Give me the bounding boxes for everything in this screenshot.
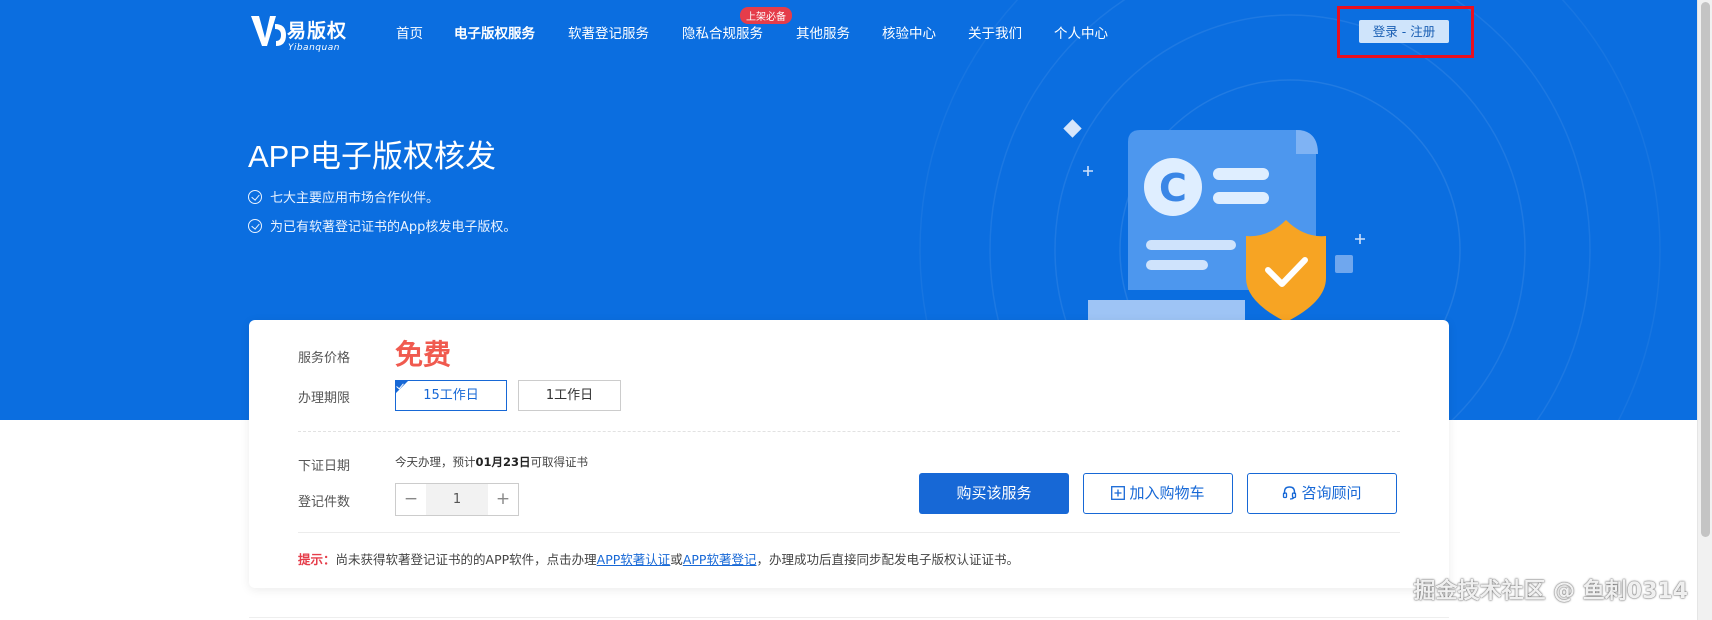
quantity-decrement-button[interactable]: − xyxy=(396,484,426,515)
document-line xyxy=(1213,192,1269,204)
nav-item-home[interactable]: 首页 xyxy=(396,22,423,42)
tip-label: 提示： xyxy=(298,552,336,567)
date-suffix: 可取得证书 xyxy=(530,455,589,469)
quantity-increment-button[interactable]: + xyxy=(488,484,518,515)
nav-item-software-registration[interactable]: 软著登记服务 xyxy=(568,22,649,42)
brand-name-en: Yibanquan xyxy=(288,43,340,53)
check-circle-icon xyxy=(248,219,262,233)
nav-item-about[interactable]: 关于我们 xyxy=(968,22,1022,42)
check-circle-icon xyxy=(248,190,262,204)
page-title: APP电子版权核发 xyxy=(248,139,497,174)
nav-item-privacy-compliance[interactable]: 隐私合规服务 xyxy=(682,22,763,42)
document-line xyxy=(1146,240,1236,250)
hero-point-text: 为已有软著登记证书的App核发电子版权。 xyxy=(270,220,517,235)
nav-item-personal[interactable]: 个人中心 xyxy=(1054,22,1108,42)
estimated-date: 今天办理，预计01月23日可取得证书 xyxy=(395,454,588,470)
app-copyright-auth-link[interactable]: APP软著认证 xyxy=(597,552,671,567)
document-line xyxy=(1213,168,1269,180)
headset-icon xyxy=(1283,486,1297,500)
scrollbar-thumb[interactable] xyxy=(1701,2,1710,537)
hero-point-text: 七大主要应用市场合作伙伴。 xyxy=(270,191,440,206)
plus-decoration xyxy=(1083,166,1093,176)
count-label: 登记件数 xyxy=(298,495,351,510)
divider xyxy=(298,532,1400,533)
date-prefix: 今天办理，预计 xyxy=(395,455,476,469)
brand-name: 易版权 xyxy=(287,20,348,42)
scrollbar[interactable] xyxy=(1697,0,1712,620)
tip-text: 或 xyxy=(670,552,683,567)
app-copyright-registration-link[interactable]: APP软著登记 xyxy=(683,552,757,567)
add-to-cart-button[interactable]: 加入购物车 xyxy=(1083,473,1233,514)
consult-advisor-button[interactable]: 咨询顾问 xyxy=(1247,473,1397,514)
date-label: 下证日期 xyxy=(298,459,351,474)
document-curl xyxy=(1296,130,1318,154)
square-decoration xyxy=(1335,255,1353,273)
tip-notice: 提示：尚未获得软著登记证书的的APP软件，点击办理APP软著认证或APP软著登记… xyxy=(298,549,1019,568)
document-line xyxy=(1146,260,1208,270)
hero-point-issue: 为已有软著登记证书的App核发电子版权。 xyxy=(248,216,516,235)
quantity-value[interactable]: 1 xyxy=(426,484,488,515)
buy-service-button[interactable]: 购买该服务 xyxy=(919,473,1069,514)
nav-item-verification[interactable]: 核验中心 xyxy=(882,22,936,42)
price-value: 免费 xyxy=(395,338,452,371)
nav-item-e-copyright[interactable]: 电子版权服务 xyxy=(454,22,535,42)
service-card: 服务价格 免费 办理期限 15工作日 1工作日 下证日期 今天办理，预计01月2… xyxy=(249,320,1449,588)
hero-point-partners: 七大主要应用市场合作伙伴。 xyxy=(248,187,439,206)
tip-text: 尚未获得软著登记证书的的APP软件，点击办理 xyxy=(335,552,597,567)
copyright-certificate-illustration: C xyxy=(1063,119,1365,325)
period-label: 办理期限 xyxy=(298,391,351,406)
date-value: 01月23日 xyxy=(475,455,531,469)
copyright-c-icon: C xyxy=(1159,166,1187,210)
divider xyxy=(249,617,1449,618)
nav-badge: 上架必备 xyxy=(740,7,792,24)
nav-item-other-services[interactable]: 其他服务 xyxy=(796,22,850,42)
brand-logo[interactable]: 易版权 Yibanquan xyxy=(248,10,358,54)
quantity-stepper: − 1 + xyxy=(395,483,519,516)
consult-advisor-label: 咨询顾问 xyxy=(1301,484,1362,502)
plus-decoration xyxy=(1355,234,1365,244)
tip-text: ，办理成功后直接同步配发电子版权认证证书。 xyxy=(756,552,1019,567)
price-label: 服务价格 xyxy=(298,351,351,366)
add-to-cart-label: 加入购物车 xyxy=(1129,484,1205,502)
brand-mark-icon xyxy=(251,16,286,46)
watermark: 掘金技术社区 @ 鱼刺0314 xyxy=(1413,579,1688,604)
divider xyxy=(298,431,1400,432)
plus-square-icon xyxy=(1111,486,1126,500)
diamond-decoration xyxy=(1063,119,1082,138)
login-register-button[interactable]: 登录 - 注册 xyxy=(1359,20,1449,43)
period-option-1-day[interactable]: 1工作日 xyxy=(518,380,621,411)
period-option-15-days[interactable]: 15工作日 xyxy=(395,380,507,411)
